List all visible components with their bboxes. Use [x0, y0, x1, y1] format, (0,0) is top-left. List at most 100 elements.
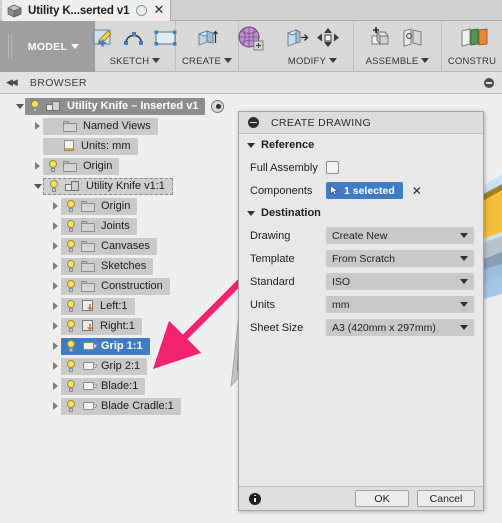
tree-row-content[interactable]: Blade:1 — [61, 377, 146, 395]
tree-row[interactable]: Construction — [0, 276, 240, 296]
tree-row-content[interactable]: Sketches — [61, 257, 154, 275]
tree-row[interactable]: Units: mm — [0, 136, 240, 156]
disclosure-triangle-icon[interactable] — [50, 302, 61, 310]
spline-icon[interactable] — [122, 27, 148, 52]
extrude-icon[interactable] — [194, 27, 220, 52]
tree-row[interactable]: Blade:1 — [0, 376, 240, 396]
tree-row-label: Grip 2:1 — [101, 360, 141, 372]
visibility-bulb-icon[interactable] — [64, 219, 77, 233]
tree-row[interactable]: Utility Knife – Inserted v1 — [0, 96, 240, 116]
visibility-bulb-icon[interactable] — [64, 379, 77, 393]
dropdown-template[interactable]: From Scratch — [326, 250, 474, 267]
disclosure-triangle-icon[interactable] — [50, 242, 61, 250]
joint-icon[interactable] — [400, 27, 426, 52]
disclosure-triangle-icon[interactable] — [50, 202, 61, 210]
tree-row-content[interactable]: Joints — [61, 217, 137, 235]
disclosure-triangle-icon[interactable] — [50, 282, 61, 290]
disclosure-triangle-icon[interactable] — [32, 122, 43, 130]
workspace-selector[interactable]: MODEL — [0, 21, 95, 72]
tree-row-content[interactable]: Named Views — [43, 117, 158, 135]
disclosure-triangle-icon[interactable] — [32, 183, 43, 189]
visibility-bulb-icon[interactable] — [64, 399, 77, 413]
tree-row-content[interactable]: Grip 1:1 — [61, 337, 150, 355]
disclosure-triangle-icon[interactable] — [50, 222, 61, 230]
tree-row-label: Units: mm — [81, 140, 131, 152]
drag-handle-icon[interactable] — [8, 34, 14, 59]
tree-row[interactable]: Origin — [0, 196, 240, 216]
info-icon[interactable] — [249, 492, 261, 505]
full-assembly-checkbox[interactable] — [326, 161, 339, 174]
dropdown-drawing[interactable]: Create New — [326, 227, 474, 244]
minimize-icon[interactable] — [484, 78, 494, 88]
visibility-bulb-icon[interactable] — [64, 239, 77, 253]
tree-row[interactable]: Left:1 — [0, 296, 240, 316]
ribbon-group-label-sketch[interactable]: SKETCH — [110, 56, 161, 68]
ribbon-group-label-construct[interactable]: CONSTRU — [448, 56, 496, 68]
visibility-bulb-icon[interactable] — [64, 339, 77, 353]
tree-row-content[interactable]: Origin — [61, 197, 138, 215]
visibility-bulb-icon[interactable] — [46, 159, 59, 173]
press-pull-icon[interactable] — [284, 27, 310, 52]
clear-selection-icon[interactable]: ✕ — [412, 185, 422, 197]
dialog-collapse-icon[interactable] — [248, 117, 259, 128]
tree-row[interactable]: Grip 1:1 — [0, 336, 240, 356]
tree-row-content[interactable]: Right:1 — [61, 317, 142, 335]
tree-row[interactable]: Blade Cradle:1 — [0, 396, 240, 416]
visibility-bulb-icon[interactable] — [64, 359, 77, 373]
ribbon-group-label-create[interactable]: CREATE — [182, 56, 233, 68]
tree-row-content[interactable]: Units: mm — [43, 137, 138, 155]
tree-row-content[interactable]: Construction — [61, 277, 170, 295]
tree-row-content[interactable]: Grip 2:1 — [61, 357, 148, 375]
section-reference[interactable]: Reference — [239, 134, 483, 156]
offset-plane-icon[interactable] — [459, 27, 488, 52]
tree-row[interactable]: Named Views — [0, 116, 240, 136]
visibility-bulb-icon[interactable] — [47, 179, 60, 193]
disclosure-triangle-icon[interactable] — [32, 162, 43, 170]
visibility-bulb-icon[interactable] — [64, 279, 77, 293]
ribbon-group-label-modify[interactable]: MODIFY — [288, 56, 338, 68]
tree-row-content[interactable]: Origin — [43, 157, 120, 175]
components-selection-button[interactable]: 1 selected — [326, 182, 403, 199]
tree-row[interactable]: Right:1 — [0, 316, 240, 336]
ok-button[interactable]: OK — [355, 490, 409, 507]
mesh-sphere-icon[interactable] — [236, 25, 266, 58]
tree-row-content[interactable]: Blade Cradle:1 — [61, 397, 181, 415]
cancel-button[interactable]: Cancel — [417, 490, 475, 507]
disclosure-triangle-icon[interactable] — [50, 342, 61, 350]
tree-row[interactable]: Origin — [0, 156, 240, 176]
visibility-bulb-icon[interactable] — [64, 199, 77, 213]
tree-row-content[interactable]: Canvases — [61, 237, 157, 255]
section-destination[interactable]: Destination — [239, 202, 483, 224]
disclosure-triangle-icon[interactable] — [50, 322, 61, 330]
dropdown-standard[interactable]: ISO — [326, 273, 474, 290]
tree-row-content[interactable]: Left:1 — [61, 297, 135, 315]
tree-row[interactable]: Joints — [0, 216, 240, 236]
visibility-bulb-icon[interactable] — [28, 99, 41, 113]
tree-row[interactable]: Utility Knife v1:1 — [0, 176, 240, 196]
create-sketch-icon[interactable] — [91, 27, 117, 52]
component-icon — [81, 340, 97, 353]
close-icon[interactable]: ✕ — [153, 4, 164, 17]
document-tab[interactable]: Utility K...serted v1 ✕ — [2, 0, 172, 21]
move-icon[interactable] — [315, 27, 341, 52]
tree-row-content[interactable]: Utility Knife v1:1 — [43, 177, 173, 195]
new-component-icon[interactable] — [369, 27, 395, 52]
tree-row[interactable]: Grip 2:1 — [0, 356, 240, 376]
disclosure-triangle-icon[interactable] — [50, 382, 61, 390]
disclosure-triangle-icon[interactable] — [50, 362, 61, 370]
disclosure-triangle-icon[interactable] — [50, 402, 61, 410]
collapse-left-icon[interactable]: ◀◀ — [6, 78, 18, 88]
disclosure-triangle-icon[interactable] — [50, 262, 61, 270]
tree-row[interactable]: Canvases — [0, 236, 240, 256]
visibility-bulb-icon[interactable] — [64, 319, 77, 333]
tree-row-content[interactable]: Utility Knife – Inserted v1 — [25, 97, 206, 115]
visibility-indicator-icon[interactable] — [211, 99, 225, 113]
visibility-bulb-icon[interactable] — [64, 259, 77, 273]
visibility-bulb-icon[interactable] — [64, 299, 77, 313]
disclosure-triangle-icon[interactable] — [14, 103, 25, 109]
tree-row[interactable]: Sketches — [0, 256, 240, 276]
dropdown-units[interactable]: mm — [326, 296, 474, 313]
ribbon-group-label-assemble[interactable]: ASSEMBLE — [366, 56, 430, 68]
dialog-header[interactable]: CREATE DRAWING — [239, 112, 483, 134]
dropdown-sheet-size[interactable]: A3 (420mm x 297mm) — [326, 319, 474, 336]
